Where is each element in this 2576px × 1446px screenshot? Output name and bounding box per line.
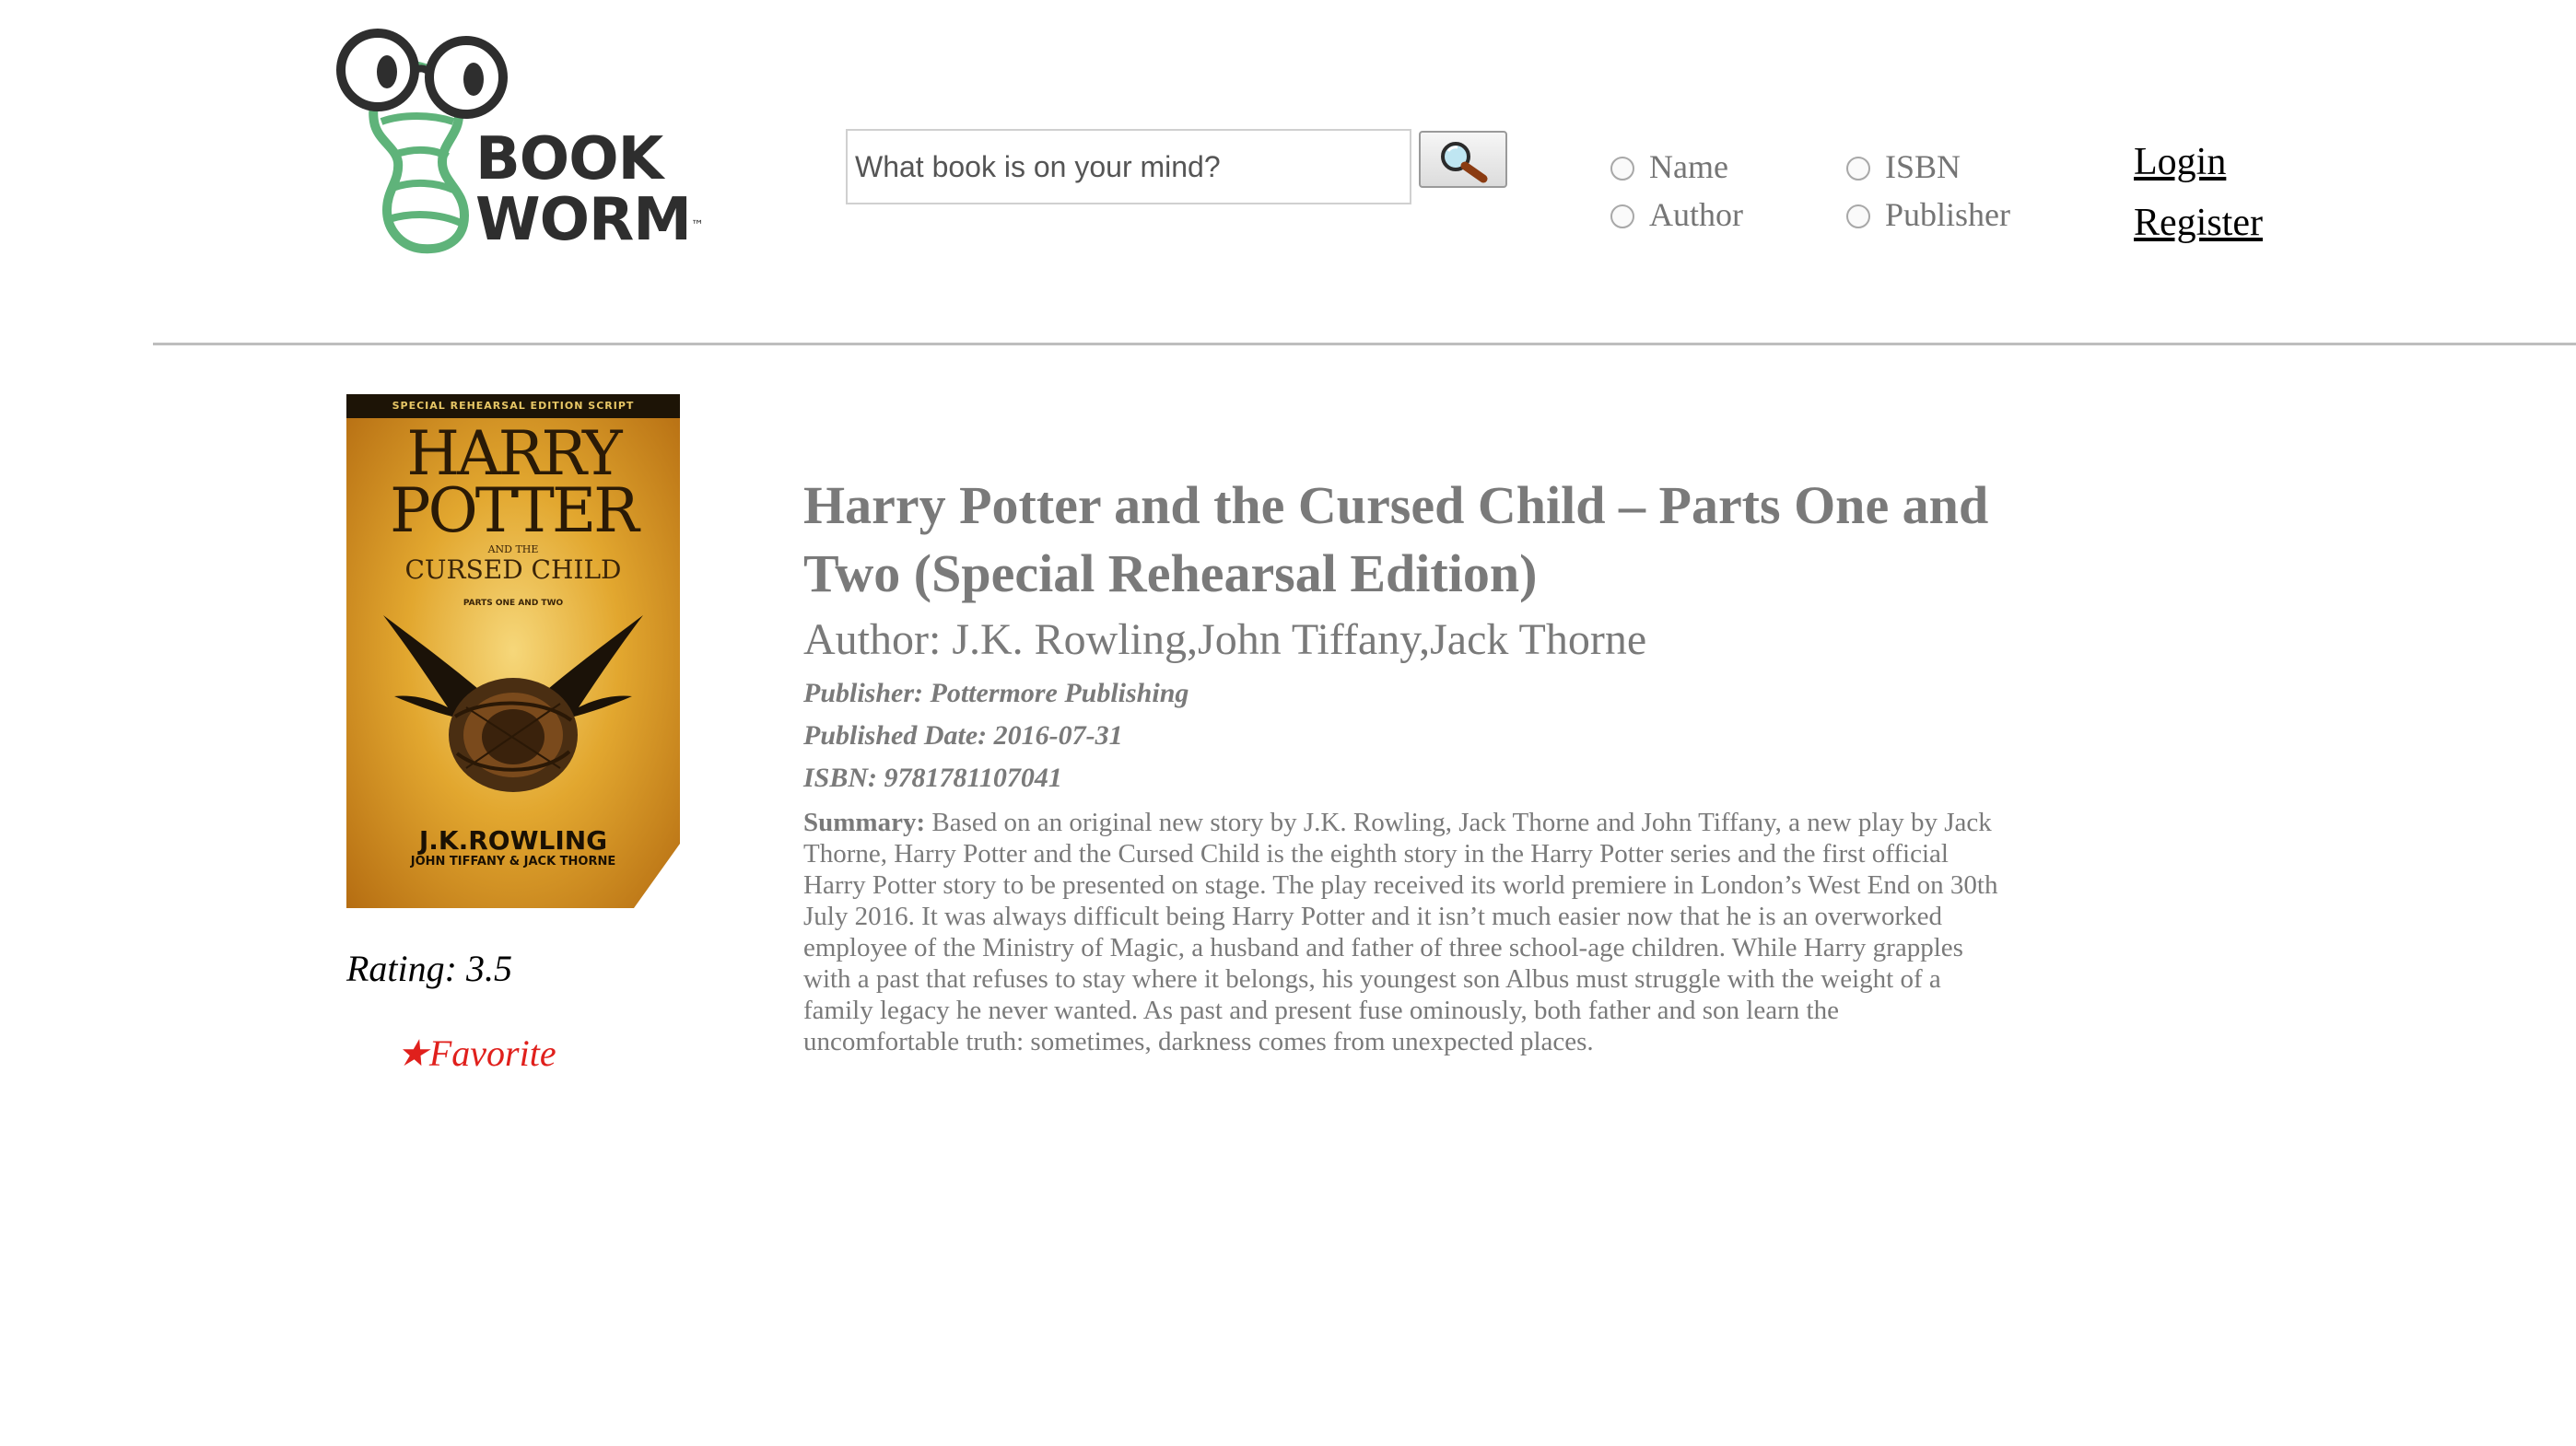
- book-publisher: Publisher: Pottermore Publishing: [803, 678, 1189, 708]
- bookworm-logo[interactable]: BOOK WORM™: [334, 26, 704, 258]
- book-rating: Rating: 3.5: [346, 948, 512, 989]
- cover-banner: SPECIAL REHEARSAL EDITION SCRIPT: [346, 394, 680, 418]
- summary-label: Summary:: [803, 808, 926, 837]
- cover-coauthors: JOHN TIFFANY & JACK THORNE: [410, 855, 616, 869]
- radio-publisher-label: Publisher: [1885, 196, 2011, 233]
- summary-text: Based on an original new story by J.K. R…: [803, 808, 1998, 1056]
- logo-line-1: BOOK: [475, 125, 663, 193]
- search-option-publisher[interactable]: Publisher: [1846, 195, 2010, 234]
- cover-title: HARRY POTTER: [346, 418, 680, 546]
- search-option-name[interactable]: Name: [1610, 147, 1728, 186]
- login-link[interactable]: Login: [2134, 140, 2226, 184]
- book-title: Harry Potter and the Cursed Child – Part…: [803, 475, 1989, 603]
- radio-name-label: Name: [1649, 148, 1728, 185]
- logo-line-2: WORM™: [475, 190, 704, 251]
- cover-author: J.K.ROWLING JOHN TIFFANY & JACK THORNE: [346, 827, 680, 869]
- radio-author[interactable]: [1610, 204, 1634, 228]
- cover-title-line-1: HARRY: [406, 418, 622, 489]
- register-link[interactable]: Register: [2134, 201, 2263, 245]
- logo-line-2-text: WORM: [475, 186, 692, 254]
- radio-publisher[interactable]: [1846, 204, 1870, 228]
- book-details: Harry Potter and the Cursed Child – Part…: [803, 472, 2001, 1057]
- search-option-author[interactable]: Author: [1610, 195, 1743, 234]
- search-button[interactable]: [1419, 131, 1507, 188]
- header-divider: [153, 343, 2576, 345]
- cover-subtitle: AND THE CURSED CHILD: [346, 543, 680, 584]
- search-option-isbn[interactable]: ISBN: [1846, 147, 1961, 186]
- magnifier-icon: [1441, 142, 1488, 183]
- search-input[interactable]: [846, 129, 1411, 204]
- radio-isbn[interactable]: [1846, 157, 1870, 181]
- cover-title-line-2: POTTER: [390, 475, 639, 546]
- radio-name[interactable]: [1610, 157, 1634, 181]
- book-author: Author: J.K. Rowling,John Tiffany,Jack T…: [803, 615, 1647, 664]
- book-summary: Summary: Based on an original new story …: [803, 807, 2001, 1057]
- radio-author-label: Author: [1649, 196, 1743, 233]
- book-published-date: Published Date: 2016-07-31: [803, 720, 1123, 751]
- trademark-symbol: ™: [690, 218, 704, 233]
- cover-author-name: J.K.ROWLING: [418, 825, 608, 856]
- cover-subtitle-text: CURSED CHILD: [404, 554, 622, 585]
- radio-isbn-label: ISBN: [1885, 148, 1961, 185]
- book-isbn: ISBN: 9781781107041: [803, 763, 1062, 793]
- wings-nest-illustration: [383, 615, 643, 792]
- book-cover-image: SPECIAL REHEARSAL EDITION SCRIPT HARRY P…: [346, 394, 680, 908]
- favorite-button[interactable]: ★Favorite: [396, 1032, 556, 1075]
- page-curl: [634, 844, 680, 908]
- logo-wordmark: BOOK WORM™: [475, 125, 704, 251]
